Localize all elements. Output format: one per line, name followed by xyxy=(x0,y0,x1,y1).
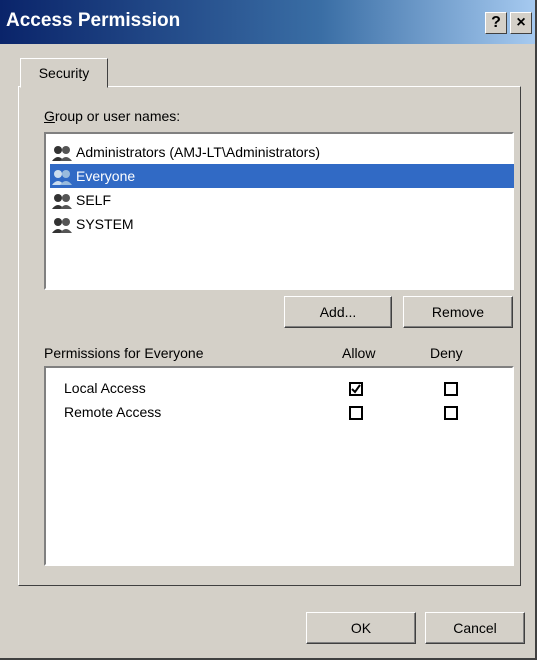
access-permission-dialog: Access Permission ? × Security Group or … xyxy=(0,0,537,660)
list-item-self[interactable]: SELF xyxy=(50,188,111,212)
user-group-icon xyxy=(50,192,74,210)
title-bar[interactable]: Access Permission ? × xyxy=(0,0,535,44)
permissions-label: Permissions for Everyone xyxy=(44,345,204,361)
user-group-icon xyxy=(50,216,74,234)
list-item-system[interactable]: SYSTEM xyxy=(50,212,134,236)
list-item-label: Everyone xyxy=(76,168,136,184)
list-item-everyone[interactable]: Everyone xyxy=(50,164,514,188)
allow-remote-access-checkbox[interactable] xyxy=(349,406,363,420)
list-item-label: Administrators (AMJ-LT\Administrators) xyxy=(76,144,321,160)
remove-button[interactable]: Remove xyxy=(403,296,513,328)
allow-local-access-checkbox[interactable] xyxy=(349,382,363,396)
deny-remote-access-checkbox[interactable] xyxy=(444,406,458,420)
cancel-button[interactable]: Cancel xyxy=(425,612,525,644)
permission-label: Remote Access xyxy=(64,404,162,420)
deny-header: Deny xyxy=(430,345,463,361)
user-group-icon xyxy=(50,144,74,162)
permission-row-remote-access: Remote Access xyxy=(46,402,512,426)
close-button[interactable]: × xyxy=(510,12,532,34)
list-item-label: SYSTEM xyxy=(76,216,134,232)
group-names-label-text: roup or user names: xyxy=(54,108,181,124)
remove-button-label: Remove xyxy=(431,304,485,320)
group-user-list[interactable]: Administrators (AMJ-LT\Administrators) E… xyxy=(44,132,514,290)
ok-button[interactable]: OK xyxy=(306,612,416,644)
user-group-icon xyxy=(50,168,74,186)
checkmark-icon xyxy=(351,384,361,394)
deny-local-access-checkbox[interactable] xyxy=(444,382,458,396)
permissions-list: Local Access Remote Access xyxy=(44,366,514,566)
tab-security[interactable]: Security xyxy=(20,58,108,88)
allow-header: Allow xyxy=(342,345,376,361)
permission-row-local-access: Local Access xyxy=(46,378,512,402)
add-button-label: Add... xyxy=(319,304,357,320)
group-names-label: Group or user names: xyxy=(44,108,181,124)
help-button[interactable]: ? xyxy=(485,12,507,34)
permission-label: Local Access xyxy=(64,380,146,396)
window-title: Access Permission xyxy=(6,10,181,31)
list-item-label: SELF xyxy=(76,192,112,208)
list-item-administrators[interactable]: Administrators (AMJ-LT\Administrators) xyxy=(50,140,320,164)
add-button[interactable]: Add... xyxy=(284,296,392,328)
